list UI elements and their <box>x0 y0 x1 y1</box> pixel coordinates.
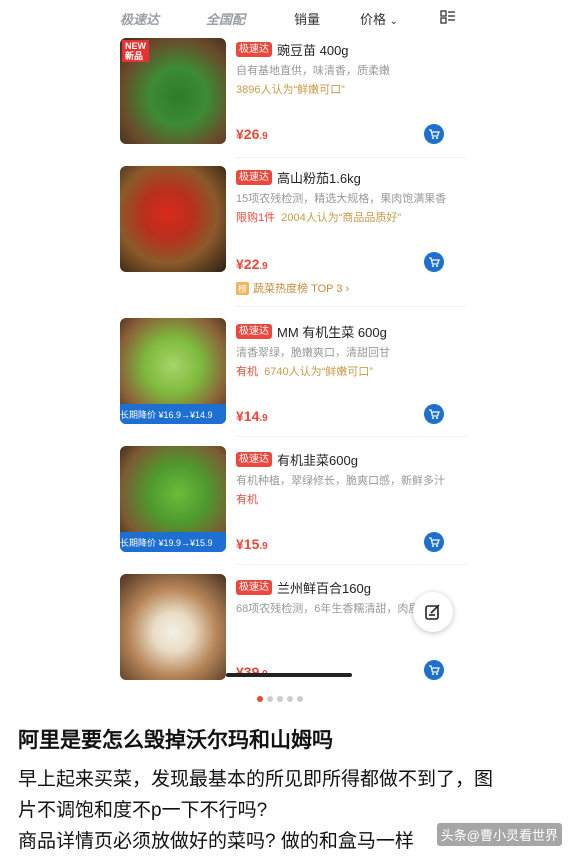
speed-tag: 极速达 <box>236 323 272 339</box>
tab-national[interactable]: 全国配 <box>206 9 245 28</box>
cart-icon[interactable] <box>424 124 444 144</box>
product-image-chives: 长期降价 ¥19.9→¥15.9 <box>120 446 226 552</box>
organic-text: 有机 <box>236 366 258 378</box>
post-title: 阿里是要怎么毁掉沃尔玛和山姆吗 <box>18 729 333 752</box>
product-title: MM 有机生菜 600g <box>277 324 387 340</box>
product-card[interactable]: 极速达兰州鲜百合160g 68项农残检测，6年生香糯清甜，肉质 ¥39.9 <box>118 574 456 684</box>
carousel-dot <box>277 696 283 702</box>
filter-tabs: 极速达 全国配 销量 价格 ⌄ <box>108 0 466 34</box>
price-int: ¥39 <box>236 664 260 680</box>
post-line: 片不调饱和度不p一下不行吗? <box>18 800 268 821</box>
new-badge: NEW 新品 <box>122 40 149 62</box>
price-int: ¥26 <box>236 126 260 142</box>
product-card[interactable]: NEW 新品 极速达 豌豆苗 400g 自有基地直供，味清香，质柔嫩 3896人认… <box>118 38 456 158</box>
product-price: ¥39.9 <box>236 664 268 680</box>
price-dec: .9 <box>259 541 268 552</box>
product-card[interactable]: 长期降价 ¥16.9→¥14.9 极速达 MM 有机生菜 600g 清香翠绿，脆嫩… <box>118 318 456 430</box>
carousel-dot <box>267 696 273 702</box>
carousel-dot <box>297 696 303 702</box>
price-int: ¥15 <box>236 536 260 552</box>
divider <box>236 436 466 437</box>
limit-text: 限购1件 <box>236 212 276 224</box>
price-int: ¥22 <box>236 256 260 272</box>
product-desc: 自有基地直供，味清香，质柔嫩 <box>236 65 390 77</box>
divider <box>236 157 466 158</box>
carousel-dot <box>257 696 263 702</box>
cart-icon[interactable] <box>424 660 444 680</box>
tab-sales[interactable]: 销量 <box>294 9 320 28</box>
tab-price-label: 价格 <box>360 12 387 27</box>
product-review: 3896人认为“鲜嫩可口” <box>236 84 345 96</box>
edit-note-icon[interactable] <box>413 592 453 632</box>
hot-rank-link[interactable]: 榜蔬菜热度榜 TOP 3 › <box>236 280 349 296</box>
product-title: 豌豆苗 400g <box>277 42 349 58</box>
product-desc: 清香翠绿，脆嫩爽口，清甜回甘 <box>236 347 390 359</box>
scroll-indicator <box>226 673 352 677</box>
product-card[interactable]: 长期降价 ¥19.9→¥15.9 极速达 有机韭菜600g 有机种植，翠绿修长，脆… <box>118 446 456 558</box>
tab-speed[interactable]: 极速达 <box>120 9 159 28</box>
product-price: ¥26.9 <box>236 126 268 142</box>
product-review: 2004人认为“商品品质好” <box>281 212 402 224</box>
watermark: 头条@曹小灵看世界 <box>436 823 562 846</box>
carousel-dots <box>257 696 303 702</box>
product-image-lettuce: 长期降价 ¥16.9→¥14.9 <box>120 318 226 424</box>
product-desc: 15项农残检测，精选大规格，果肉饱满果香 <box>236 193 447 205</box>
price-dec: .9 <box>259 413 268 424</box>
product-image-pea-shoots: NEW 新品 <box>120 38 226 144</box>
product-price: ¥22.9 <box>236 256 268 272</box>
cart-icon[interactable] <box>424 532 444 552</box>
post-line: 早上起来买菜，发现最基本的所见即所得都做不到了，图 <box>18 769 494 790</box>
product-price: ¥15.9 <box>236 536 268 552</box>
promo-banner: 长期降价 ¥19.9→¥15.9 <box>120 532 226 552</box>
product-review: 6740人认为“鲜嫩可口” <box>264 366 373 378</box>
divider <box>236 564 466 565</box>
promo-banner: 长期降价 ¥16.9→¥14.9 <box>120 404 226 424</box>
rank-text: 蔬菜热度榜 TOP 3 › <box>253 283 350 295</box>
phone-screen: 极速达 全国配 销量 价格 ⌄ NEW 新品 极速达 豌豆苗 400g 自有基地直… <box>108 0 466 712</box>
price-dec: .9 <box>259 131 268 142</box>
product-title: 兰州鲜百合160g <box>277 580 371 596</box>
tab-price[interactable]: 价格 ⌄ <box>360 9 398 28</box>
product-image-tomatoes <box>120 166 226 272</box>
speed-tag: 极速达 <box>236 169 272 185</box>
divider <box>236 306 466 307</box>
product-title: 有机韭菜600g <box>277 452 358 468</box>
speed-tag: 极速达 <box>236 41 272 57</box>
product-title: 高山粉茄1.6kg <box>277 170 361 186</box>
list-view-icon[interactable] <box>440 9 456 25</box>
rank-badge: 榜 <box>236 281 250 295</box>
price-dec: .9 <box>259 261 268 272</box>
product-desc: 有机种植，翠绿修长，脆爽口感，新鲜多汁 <box>236 475 445 487</box>
cart-icon[interactable] <box>424 404 444 424</box>
cart-icon[interactable] <box>424 252 444 272</box>
speed-tag: 极速达 <box>236 451 272 467</box>
product-card[interactable]: 极速达 高山粉茄1.6kg 15项农残检测，精选大规格，果肉饱满果香 限购1件 2… <box>118 166 456 276</box>
product-price: ¥14.9 <box>236 408 268 424</box>
price-int: ¥14 <box>236 408 260 424</box>
chevron-down-icon: ⌄ <box>389 16 399 27</box>
product-image-lily <box>120 574 226 680</box>
organic-text: 有机 <box>236 494 258 506</box>
carousel-dot <box>287 696 293 702</box>
speed-tag: 极速达 <box>236 579 272 595</box>
